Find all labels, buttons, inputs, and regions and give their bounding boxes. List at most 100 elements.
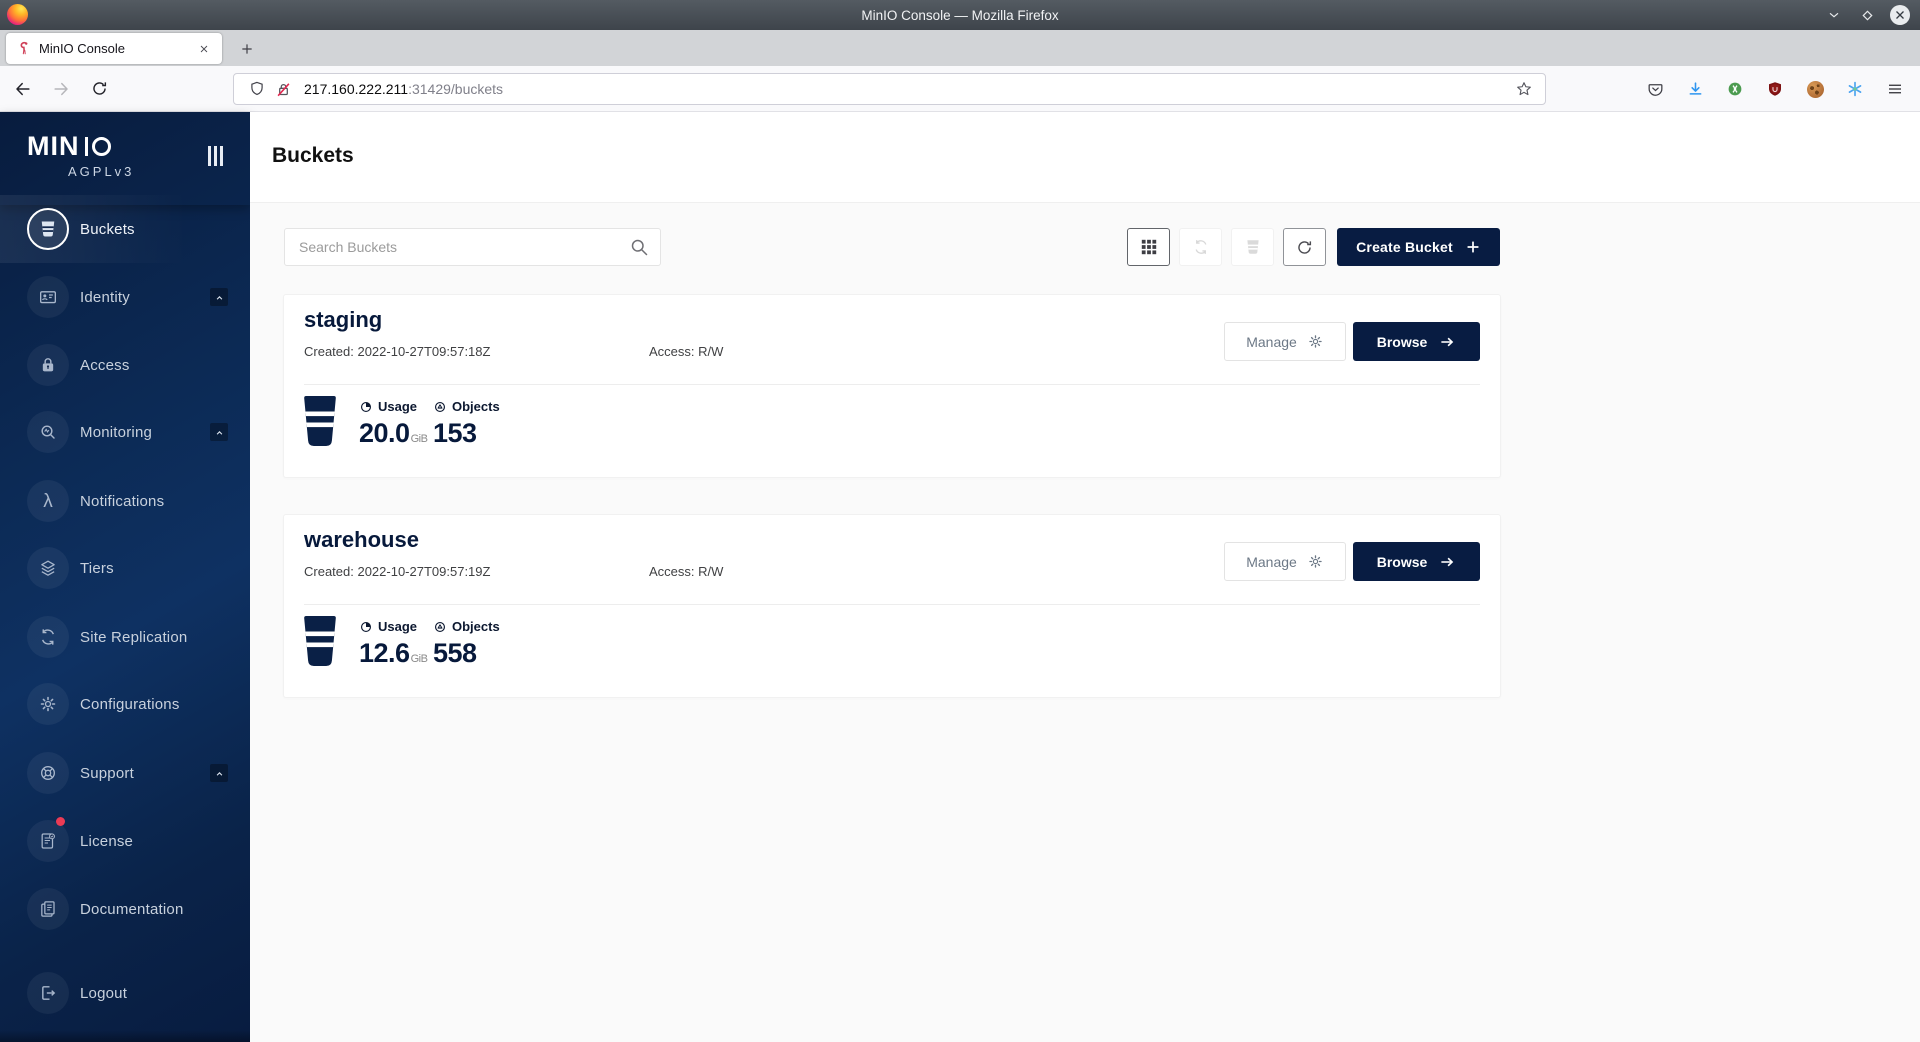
sidebar-item-documentation[interactable]: Documentation — [0, 875, 250, 943]
bookmark-star-icon[interactable] — [1511, 76, 1537, 102]
ublock-origin-icon[interactable] — [1762, 76, 1788, 102]
bucket-access: Access: R/W — [649, 344, 723, 359]
search-icon — [629, 237, 650, 263]
arrow-right-icon — [1438, 553, 1456, 571]
asterisk-extension-icon[interactable] — [1842, 76, 1868, 102]
create-bucket-button[interactable]: Create Bucket — [1337, 228, 1500, 266]
objects-label: Objects — [452, 399, 500, 414]
page-header: Buckets — [250, 112, 1920, 203]
grid-icon — [1140, 238, 1158, 256]
tracking-shield-icon[interactable] — [244, 76, 270, 102]
manage-label: Manage — [1246, 554, 1297, 570]
sidebar-item-license[interactable]: License — [0, 807, 250, 875]
chevron-up-icon[interactable] — [210, 764, 228, 782]
sidebar-item-notifications[interactable]: λ Notifications — [0, 467, 250, 535]
sidebar-item-label: Configurations — [80, 696, 180, 713]
sidebar-item-label: Support — [80, 765, 134, 782]
reload-icon[interactable] — [84, 74, 114, 104]
sidebar-item-access[interactable]: Access — [0, 331, 250, 399]
monitoring-icon — [27, 411, 69, 453]
sidebar-header: MIN AGPLv3 — [0, 112, 250, 205]
new-tab-button[interactable] — [234, 36, 260, 62]
objects-metric: Objects 153 — [433, 399, 500, 449]
usage-metric: Usage 20.0GiB — [359, 399, 427, 449]
logo-o-ring — [92, 137, 111, 156]
bucket-access: Access: R/W — [649, 564, 723, 579]
bucket-icon — [27, 208, 69, 250]
bucket-name[interactable]: staging — [304, 307, 382, 333]
objects-value: 153 — [433, 418, 500, 449]
downloads-icon[interactable] — [1682, 76, 1708, 102]
cookie-extension-icon[interactable] — [1802, 76, 1828, 102]
url-text: 217.160.222.211:31429/buckets — [304, 81, 1511, 97]
sidebar-collapse-icon[interactable] — [208, 146, 228, 168]
pocket-icon[interactable] — [1642, 76, 1668, 102]
bucket-card-warehouse: warehouse Created: 2022-10-27T09:57:19Z … — [283, 514, 1501, 698]
firefox-logo-icon — [7, 4, 28, 25]
layers-icon — [27, 547, 69, 589]
card-divider — [304, 384, 1480, 385]
pie-chart-icon — [359, 620, 373, 634]
maximize-icon[interactable] — [1857, 5, 1877, 25]
sidebar-item-site-replication[interactable]: Site Replication — [0, 603, 250, 671]
set-replication-button — [1179, 228, 1222, 266]
tab-favicon-icon — [16, 41, 31, 56]
firefox-window: MinIO Console — Mozilla Firefox MinIO Co… — [0, 0, 1920, 1042]
manage-label: Manage — [1246, 334, 1297, 350]
window-titlebar: MinIO Console — Mozilla Firefox — [0, 0, 1920, 30]
manage-button[interactable]: Manage — [1224, 322, 1346, 361]
tab-close-icon[interactable] — [194, 39, 214, 59]
window-title: MinIO Console — Mozilla Firefox — [0, 8, 1920, 23]
replication-icon — [27, 616, 69, 658]
sidebar-item-identity[interactable]: Identity — [0, 263, 250, 331]
sidebar-item-logout[interactable]: Logout — [0, 959, 250, 1027]
close-icon[interactable] — [1890, 5, 1910, 25]
license-icon — [27, 820, 69, 862]
minio-logo: MIN — [27, 136, 111, 156]
browse-label: Browse — [1377, 334, 1428, 350]
bucket-name[interactable]: warehouse — [304, 527, 419, 553]
usage-label: Usage — [378, 619, 417, 634]
license-tag: AGPLv3 — [68, 164, 134, 179]
main-content: Buckets — [250, 112, 1920, 1042]
usage-metric: Usage 12.6GiB — [359, 619, 427, 669]
browse-label: Browse — [1377, 554, 1428, 570]
sidebar-item-tiers[interactable]: Tiers — [0, 534, 250, 602]
browse-button[interactable]: Browse — [1353, 322, 1480, 361]
search-input[interactable] — [285, 229, 660, 265]
extension-green-icon[interactable] — [1722, 76, 1748, 102]
minimize-icon[interactable] — [1824, 5, 1844, 25]
usage-value: 20.0GiB — [359, 418, 427, 449]
browse-button[interactable]: Browse — [1353, 542, 1480, 581]
refresh-button[interactable] — [1283, 228, 1326, 266]
sidebar-item-support[interactable]: Support — [0, 739, 250, 807]
sidebar-item-label: Monitoring — [80, 424, 152, 441]
hamburger-menu-icon[interactable] — [1882, 76, 1908, 102]
tab-minio-console[interactable]: MinIO Console — [6, 33, 222, 64]
sidebar-item-label: Site Replication — [80, 629, 187, 646]
sidebar-item-label: Access — [80, 357, 130, 374]
forward-icon[interactable] — [46, 74, 76, 104]
url-bar[interactable]: 217.160.222.211:31429/buckets — [233, 73, 1546, 105]
manage-button[interactable]: Manage — [1224, 542, 1346, 581]
chevron-up-icon[interactable] — [210, 288, 228, 306]
refresh-icon — [1295, 238, 1314, 257]
gear-icon — [1307, 333, 1324, 350]
page-title: Buckets — [272, 144, 354, 168]
sidebar-item-label: Notifications — [80, 493, 164, 510]
logout-icon — [27, 972, 69, 1014]
sidebar-item-configurations[interactable]: Configurations — [0, 670, 250, 738]
lock-icon — [27, 344, 69, 386]
bucket-icon — [303, 395, 337, 452]
sidebar-item-monitoring[interactable]: Monitoring — [0, 398, 250, 466]
insecure-lock-icon[interactable] — [270, 76, 296, 102]
plus-icon — [1465, 239, 1481, 255]
back-icon[interactable] — [8, 74, 38, 104]
grid-view-button[interactable] — [1127, 228, 1170, 266]
objects-icon — [433, 620, 447, 634]
sidebar-item-buckets[interactable]: Buckets — [0, 195, 250, 263]
chevron-up-icon[interactable] — [210, 423, 228, 441]
documentation-icon — [27, 888, 69, 930]
license-alert-badge — [56, 817, 65, 826]
card-divider — [304, 604, 1480, 605]
